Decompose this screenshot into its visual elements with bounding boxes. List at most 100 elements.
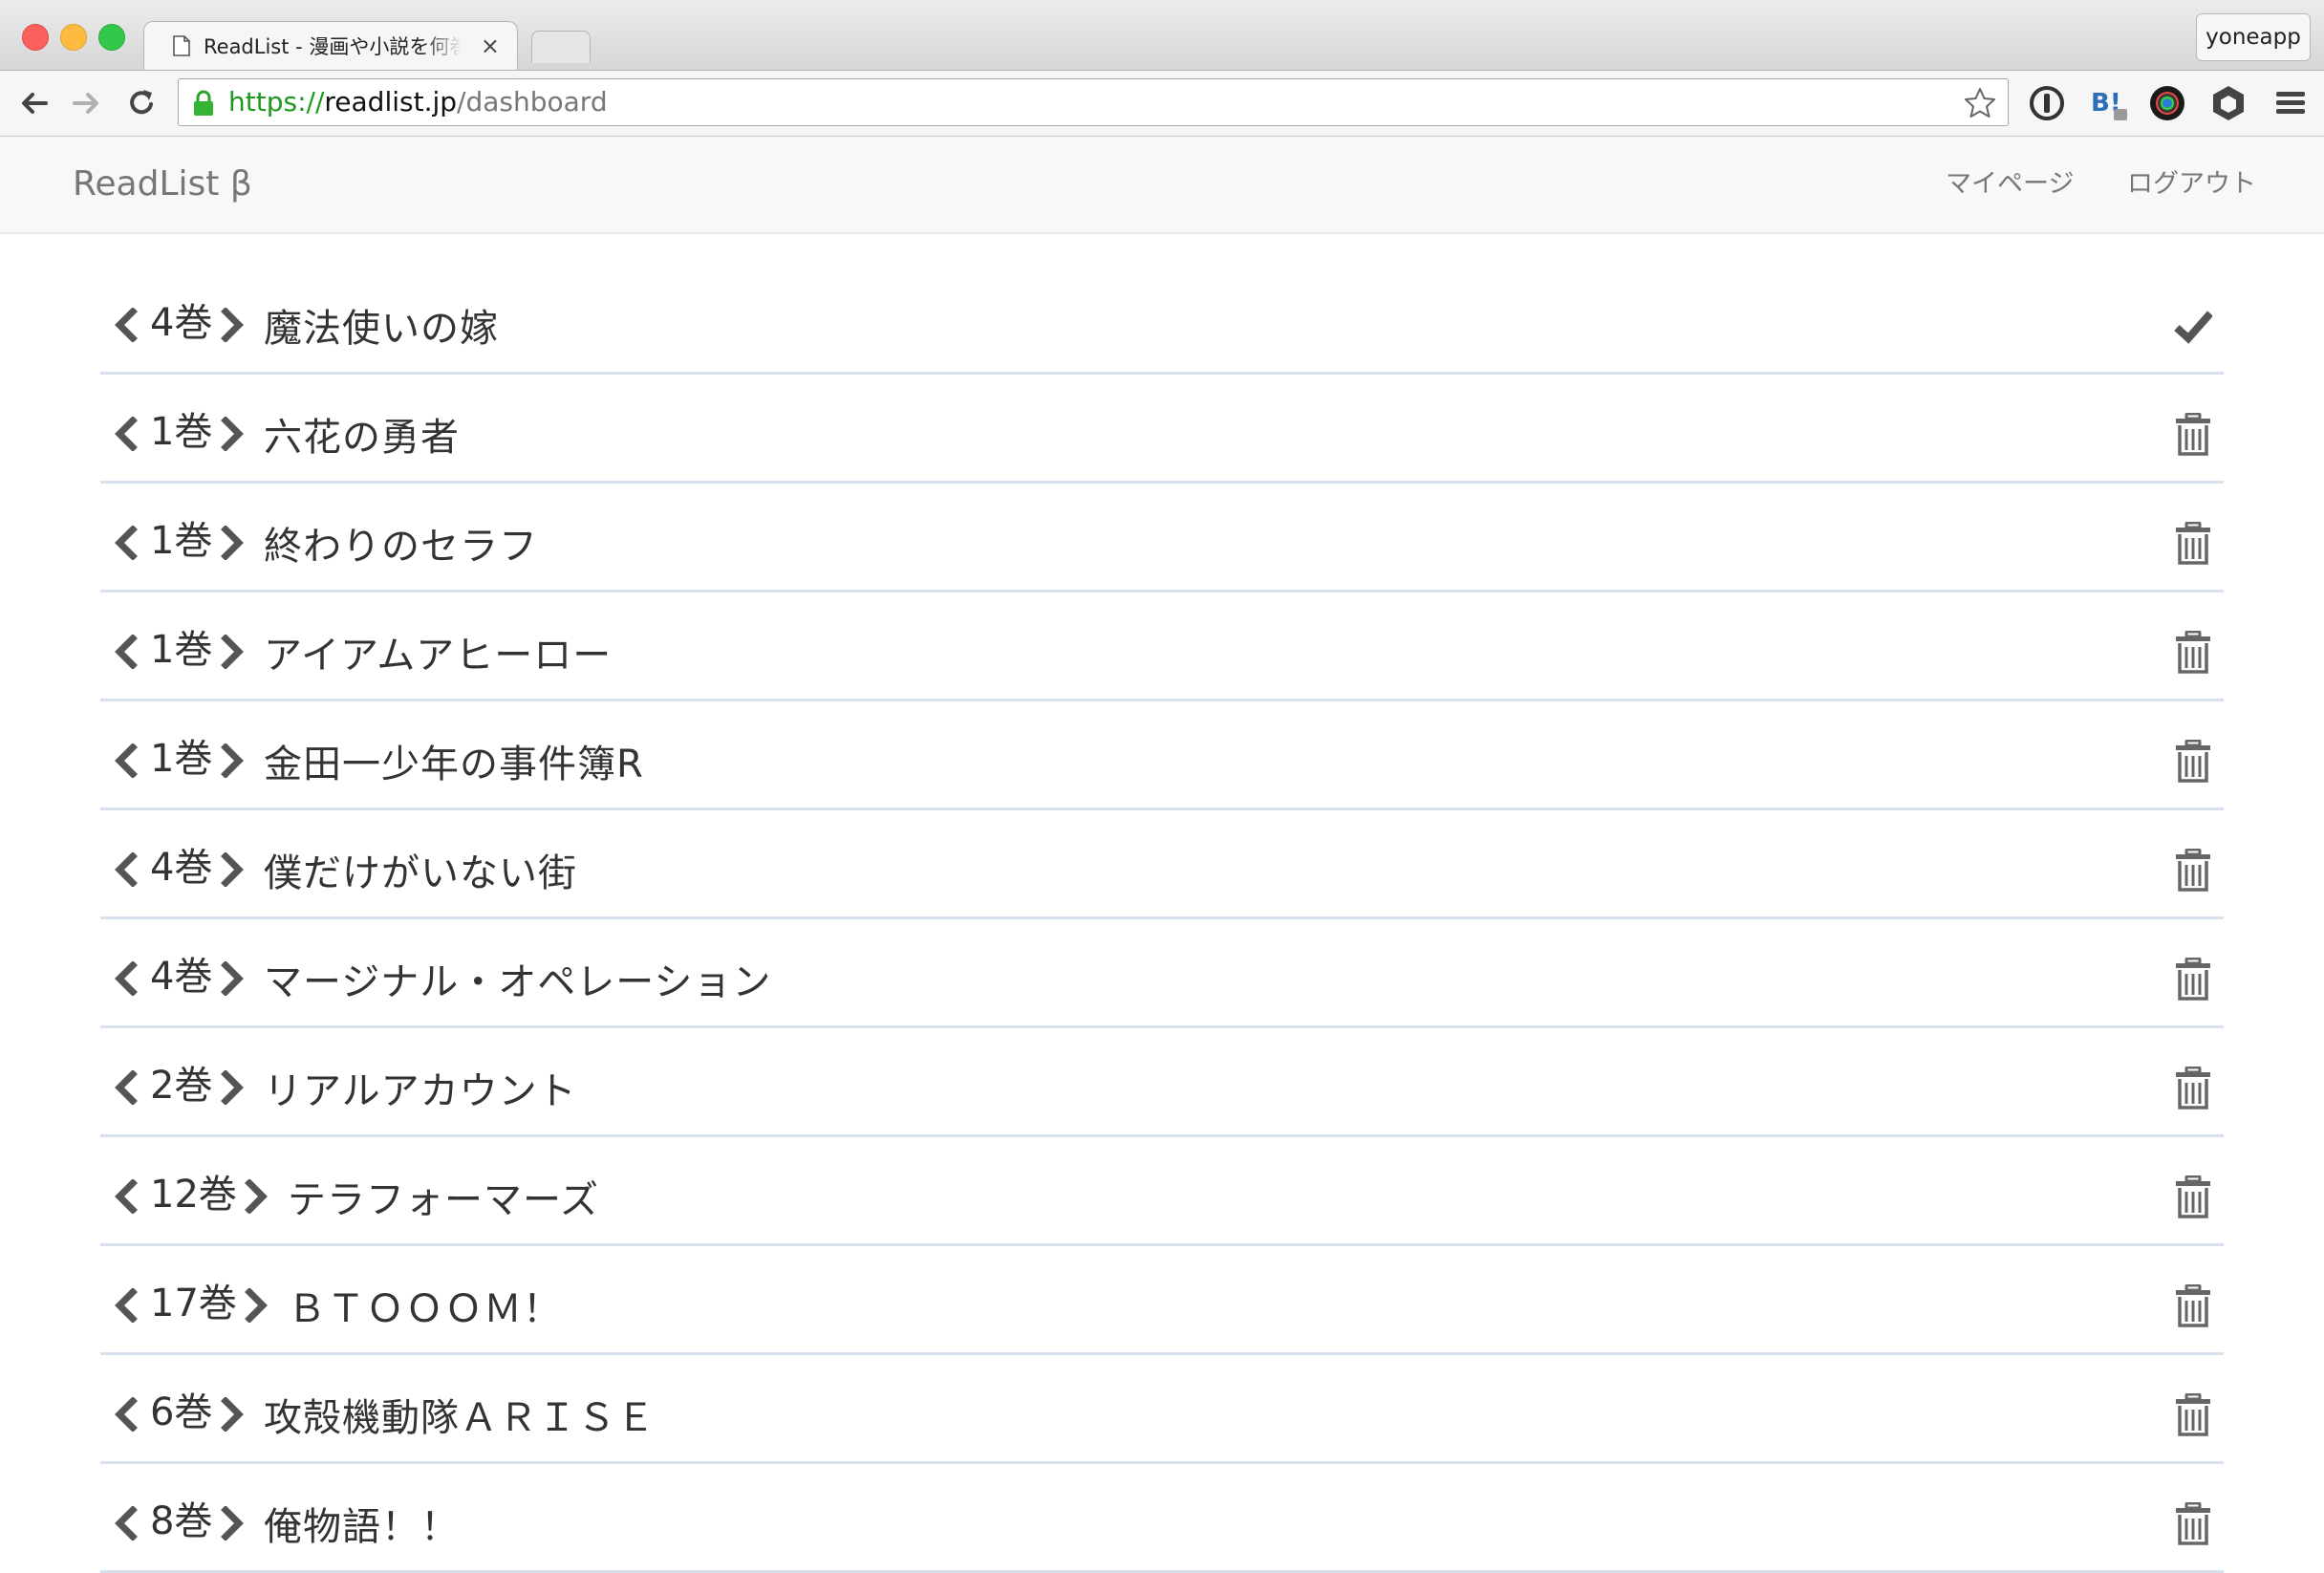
volume-count: 1巻 [150, 410, 213, 454]
close-window-button[interactable] [22, 24, 49, 51]
trash-icon[interactable] [2174, 1284, 2212, 1328]
volume-decrement-icon[interactable] [114, 635, 139, 669]
reload-icon[interactable] [122, 84, 161, 122]
password-manager-icon[interactable] [2026, 82, 2068, 124]
volume-count: 17巻 [150, 1282, 237, 1325]
trash-icon[interactable] [2174, 1502, 2212, 1546]
url-text: https://readlist.jp/dashboard [228, 86, 608, 118]
checkmark-icon[interactable] [2174, 304, 2212, 348]
book-title[interactable]: アイアムアヒーロー [264, 631, 612, 680]
trash-icon[interactable] [2174, 1393, 2212, 1437]
volume-increment-icon[interactable] [220, 852, 245, 887]
book-title[interactable]: 終わりのセラフ [264, 522, 538, 571]
list-item: 1巻 六花の勇者 [100, 375, 2224, 484]
zoom-window-button[interactable] [98, 24, 125, 51]
volume-increment-icon[interactable] [220, 1070, 245, 1105]
book-title[interactable]: 六花の勇者 [264, 413, 460, 463]
book-title[interactable]: 金田一少年の事件簿R [264, 740, 644, 789]
volume-decrement-icon[interactable] [114, 308, 139, 342]
volume-count: 2巻 [150, 1064, 213, 1108]
book-title[interactable]: 攻殻機動隊ＡＲＩＳＥ [264, 1393, 656, 1443]
volume-count: 6巻 [150, 1390, 213, 1434]
list-item: 17巻 ＢＴＯＯＯＭ！ [100, 1246, 2224, 1355]
list-item: 1巻 金田一少年の事件簿R [100, 701, 2224, 810]
nav-mypage-link[interactable]: マイページ [1946, 167, 2074, 202]
volume-decrement-icon[interactable] [114, 961, 139, 996]
lock-icon [194, 90, 213, 116]
list-item: 2巻 リアルアカウント [100, 1028, 2224, 1137]
list-item: 1巻 アイアムアヒーロー [100, 593, 2224, 701]
bookmark-star-icon[interactable] [1964, 87, 1996, 119]
volume-decrement-icon[interactable] [114, 1397, 139, 1432]
browser-toolbar: https://readlist.jp/dashboard B! [0, 70, 2324, 137]
page-icon [173, 35, 190, 56]
volume-count: 4巻 [150, 955, 213, 999]
minimize-window-button[interactable] [60, 24, 87, 51]
book-title[interactable]: リアルアカウント [264, 1067, 577, 1116]
book-title[interactable]: 俺物語！！ [264, 1502, 460, 1552]
trash-icon[interactable] [2174, 413, 2212, 457]
volume-increment-icon[interactable] [220, 743, 245, 778]
volume-decrement-icon[interactable] [114, 1288, 139, 1323]
volume-count: 4巻 [150, 846, 213, 890]
volume-increment-icon[interactable] [220, 1506, 245, 1541]
volume-count: 8巻 [150, 1499, 213, 1543]
back-icon[interactable] [15, 84, 54, 122]
list-item: 6巻 攻殻機動隊ＡＲＩＳＥ [100, 1355, 2224, 1464]
volume-increment-icon[interactable] [244, 1288, 269, 1323]
trash-icon[interactable] [2174, 631, 2212, 675]
list-item: 1巻 終わりのセラフ [100, 484, 2224, 593]
book-title[interactable]: 僕だけがいない街 [264, 849, 577, 898]
list-item: 4巻 マージナル・オペレーション [100, 919, 2224, 1028]
app-navbar: ReadList β マイページ ログアウト [0, 137, 2324, 234]
volume-count: 1巻 [150, 519, 213, 563]
new-tab-button[interactable] [531, 31, 591, 63]
volume-decrement-icon[interactable] [114, 526, 139, 560]
book-title[interactable]: マージナル・オペレーション [264, 958, 771, 1007]
camera-lens-icon[interactable] [2146, 82, 2188, 124]
forward-icon[interactable] [67, 84, 105, 122]
list-item: 4巻 僕だけがいない街 [100, 810, 2224, 919]
volume-increment-icon[interactable] [220, 961, 245, 996]
trash-icon[interactable] [2174, 958, 2212, 1002]
trash-icon[interactable] [2174, 1067, 2212, 1110]
volume-increment-icon[interactable] [220, 635, 245, 669]
volume-increment-icon[interactable] [220, 417, 245, 451]
trash-icon[interactable] [2174, 849, 2212, 893]
volume-decrement-icon[interactable] [114, 1070, 139, 1105]
nav-logout-link[interactable]: ログアウト [2127, 167, 2256, 202]
list-item: 12巻 テラフォーマーズ [100, 1137, 2224, 1246]
book-title[interactable]: テラフォーマーズ [288, 1175, 599, 1225]
book-title[interactable]: ＢＴＯＯＯＭ！ [288, 1284, 562, 1334]
volume-decrement-icon[interactable] [114, 417, 139, 451]
volume-decrement-icon[interactable] [114, 1179, 139, 1214]
trash-icon[interactable] [2174, 1175, 2212, 1219]
hexagon-extension-icon[interactable] [2207, 82, 2249, 124]
volume-increment-icon[interactable] [244, 1179, 269, 1214]
menu-icon[interactable] [2270, 82, 2313, 124]
browser-titlebar: ReadList - 漫画や小説を何巻まで読んだか × yoneapp [0, 0, 2324, 71]
volume-decrement-icon[interactable] [114, 1506, 139, 1541]
profile-button[interactable]: yoneapp [2196, 13, 2311, 61]
list-item: 4巻 魔法使いの嫁 [100, 266, 2224, 375]
volume-increment-icon[interactable] [220, 308, 245, 342]
address-bar[interactable]: https://readlist.jp/dashboard [178, 78, 2009, 126]
volume-decrement-icon[interactable] [114, 852, 139, 887]
volume-count: 4巻 [150, 301, 213, 345]
tab-title: ReadList - 漫画や小説を何巻まで読んだか [204, 35, 462, 58]
trash-icon[interactable] [2174, 522, 2212, 566]
volume-count: 12巻 [150, 1173, 237, 1217]
list-item: 8巻 俺物語！！ [100, 1464, 2224, 1573]
volume-count: 1巻 [150, 628, 213, 672]
volume-count: 1巻 [150, 737, 213, 781]
browser-tab-active[interactable]: ReadList - 漫画や小説を何巻まで読んだか × [143, 21, 518, 71]
brand-logo[interactable]: ReadList β [73, 162, 252, 207]
volume-decrement-icon[interactable] [114, 743, 139, 778]
tab-close-icon[interactable]: × [481, 32, 500, 59]
reading-list: 4巻 魔法使いの嫁 1巻 六花の勇者 1巻 終わりのセラフ 1巻 アイアムアヒーロー 1巻 金田一… [100, 266, 2224, 1573]
hatena-bookmark-icon[interactable]: B! [2089, 82, 2131, 124]
volume-increment-icon[interactable] [220, 1397, 245, 1432]
book-title[interactable]: 魔法使いの嫁 [264, 304, 499, 354]
trash-icon[interactable] [2174, 740, 2212, 784]
volume-increment-icon[interactable] [220, 526, 245, 560]
